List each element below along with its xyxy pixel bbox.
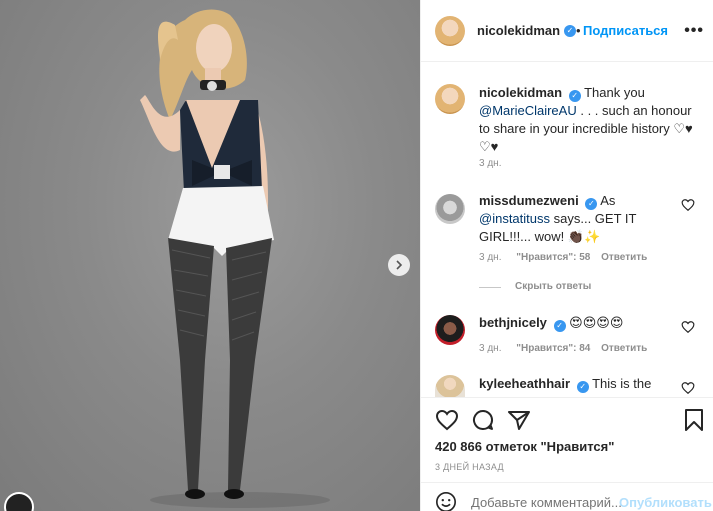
comment-body: 😍😍😍😍 [569, 315, 624, 330]
more-options-icon[interactable]: ••• [684, 22, 704, 40]
likes-count[interactable]: 420 866 отметок "Нравится" [435, 439, 614, 454]
caption-text-start: Thank you [584, 85, 645, 100]
like-heart-icon[interactable] [435, 408, 459, 432]
post-date[interactable]: 3 ДНЕЙ НАЗАД [435, 462, 504, 472]
caption-author[interactable]: nicolekidman [479, 85, 562, 100]
author-avatar[interactable] [435, 16, 465, 46]
comment-avatar[interactable] [435, 194, 465, 224]
comment-meta: 3 дн. "Нравится": 58 Ответить [479, 252, 647, 263]
comment-text: missdumezweni ✓ As @instatituss says... … [479, 192, 679, 246]
comment-likes[interactable]: "Нравится": 84 [516, 343, 590, 354]
verified-badge-icon: ✓ [564, 25, 576, 37]
comment-meta: 3 дн. "Нравится": 84 Ответить [479, 343, 647, 354]
author-username[interactable]: nicolekidman [477, 23, 560, 38]
comment-time[interactable]: 3 дн. [479, 343, 501, 354]
photo-illustration [140, 9, 330, 508]
comment-author[interactable]: kyleeheathhair [479, 376, 570, 391]
comment-like-heart-icon[interactable] [681, 320, 695, 334]
verified-badge-icon: ✓ [568, 90, 581, 102]
next-photo-button[interactable] [388, 254, 410, 276]
post-photo [0, 0, 420, 511]
caption-time[interactable]: 3 дн. [479, 158, 501, 169]
post-panel: nicolekidman ✓ • Подписаться ••• nicolek… [420, 0, 713, 511]
caption-mention-link[interactable]: @MarieClaireAU [479, 103, 577, 118]
comment-likes[interactable]: "Нравится": 58 [516, 252, 590, 263]
caption-author-avatar[interactable] [435, 84, 465, 114]
share-paper-plane-icon[interactable] [507, 408, 531, 432]
comment-like-heart-icon[interactable] [681, 198, 695, 212]
hide-replies-button[interactable]: Скрыть ответы [515, 281, 591, 292]
chevron-right-icon [396, 260, 403, 270]
comment-input[interactable] [471, 495, 621, 510]
comment-time[interactable]: 3 дн. [479, 252, 501, 263]
verified-badge-icon: ✓ [576, 381, 589, 393]
comment-text: kyleeheathhair ✓ This is the [479, 375, 679, 397]
comment-text: bethjnicely ✓ 😍😍😍😍 [479, 314, 679, 332]
comment-icon[interactable] [471, 408, 495, 432]
comment-text-start: As [600, 193, 616, 208]
comment-bar: Опубликовать [421, 482, 713, 511]
comment-avatar[interactable] [435, 315, 465, 345]
comment-author[interactable]: missdumezweni [479, 193, 579, 208]
post-header: nicolekidman ✓ • Подписаться ••• [421, 0, 713, 62]
post-actions: 420 866 отметок "Нравится" 3 ДНЕЙ НАЗАД … [421, 397, 713, 511]
publish-button[interactable]: Опубликовать [619, 495, 712, 510]
comment-like-heart-icon[interactable] [681, 381, 695, 395]
separator-dot: • [576, 23, 581, 38]
verified-badge-icon: ✓ [585, 198, 598, 210]
comment-author[interactable]: bethjnicely [479, 315, 547, 330]
comment-mention-link[interactable]: @instatituss [479, 211, 550, 226]
follow-button[interactable]: Подписаться [583, 23, 668, 38]
comment-body: This is the [592, 376, 652, 391]
reply-button[interactable]: Ответить [601, 252, 647, 263]
comment-avatar[interactable] [435, 375, 465, 397]
caption: nicolekidman ✓ Thank you @MarieClaireAU … [479, 84, 703, 156]
verified-badge-icon: ✓ [553, 320, 566, 332]
save-bookmark-icon[interactable] [683, 408, 705, 432]
reply-button[interactable]: Ответить [601, 343, 647, 354]
replies-divider [479, 287, 501, 288]
emoji-icon[interactable] [435, 491, 457, 511]
